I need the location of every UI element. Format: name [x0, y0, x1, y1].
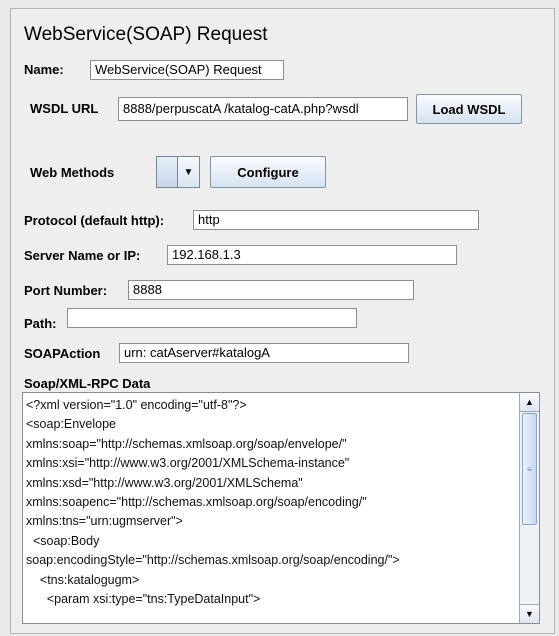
scroll-up-icon[interactable]: ▲ — [520, 393, 539, 412]
port-field[interactable]: 8888 — [128, 280, 414, 300]
load-wsdl-button[interactable]: Load WSDL — [416, 94, 522, 124]
soapaction-label: SOAPAction — [24, 346, 101, 361]
panel-title: WebService(SOAP) Request — [24, 24, 268, 45]
protocol-field[interactable]: http — [193, 210, 479, 230]
web-methods-label: Web Methods — [30, 165, 115, 180]
soap-data-line: <soap:Body — [26, 533, 100, 548]
soap-data-line: <tns:katalogugm> — [26, 572, 140, 587]
soap-data-label: Soap/XML-RPC Data — [24, 376, 151, 391]
protocol-label: Protocol (default http): — [24, 213, 165, 228]
soap-data-line: xmlns:tns="urn:ugmserver"> — [26, 514, 183, 529]
soapaction-field[interactable]: urn: catAserver#katalogA — [119, 343, 409, 363]
soap-data-line: xmlns:xsi="http://www.w3.org/2001/XMLSch… — [26, 456, 350, 471]
vertical-scrollbar[interactable]: ▲ ≡ ▼ — [519, 393, 539, 623]
scroll-thumb[interactable]: ≡ — [522, 413, 537, 525]
soap-data-line: xmlns:xsd="http://www.w3.org/2001/XMLSch… — [26, 475, 303, 490]
name-field[interactable]: WebService(SOAP) Request — [90, 60, 284, 80]
path-label: Path: — [24, 316, 57, 331]
soap-data-line: soap:encodingStyle="http://schemas.xmlso… — [26, 553, 400, 568]
soap-data-line: xmlns:soap="http://schemas.xmlsoap.org/s… — [26, 436, 347, 451]
soap-data-line: <?xml version="1.0" encoding="utf-8"?> — [26, 398, 247, 412]
server-label: Server Name or IP: — [24, 248, 141, 263]
chevron-down-icon[interactable]: ▼ — [178, 157, 199, 187]
name-label: Name: — [24, 62, 64, 77]
soap-data-line: xmlns:soapenc="http://schemas.xmlsoap.or… — [26, 495, 367, 510]
configure-button[interactable]: Configure — [210, 156, 326, 188]
web-methods-dropdown[interactable]: ▼ — [156, 156, 200, 188]
port-label: Port Number: — [24, 283, 108, 298]
scroll-down-icon[interactable]: ▼ — [520, 604, 539, 623]
server-field[interactable]: 192.168.1.3 — [167, 245, 457, 265]
soap-data-content: <?xml version="1.0" encoding="utf-8"?> <s… — [26, 396, 515, 609]
soap-data-line: <soap:Envelope — [26, 417, 117, 432]
path-field[interactable] — [67, 308, 357, 328]
soap-data-textarea[interactable]: <?xml version="1.0" encoding="utf-8"?> <s… — [22, 392, 540, 624]
wsdl-url-field[interactable]: 8888/perpuscatA /katalog-catA.php?wsdl — [118, 97, 408, 121]
soap-data-line: <param xsi:type="tns:TypeDataInput"> — [26, 592, 261, 607]
wsdl-url-label: WSDL URL — [30, 101, 99, 116]
web-methods-selected — [157, 157, 178, 187]
